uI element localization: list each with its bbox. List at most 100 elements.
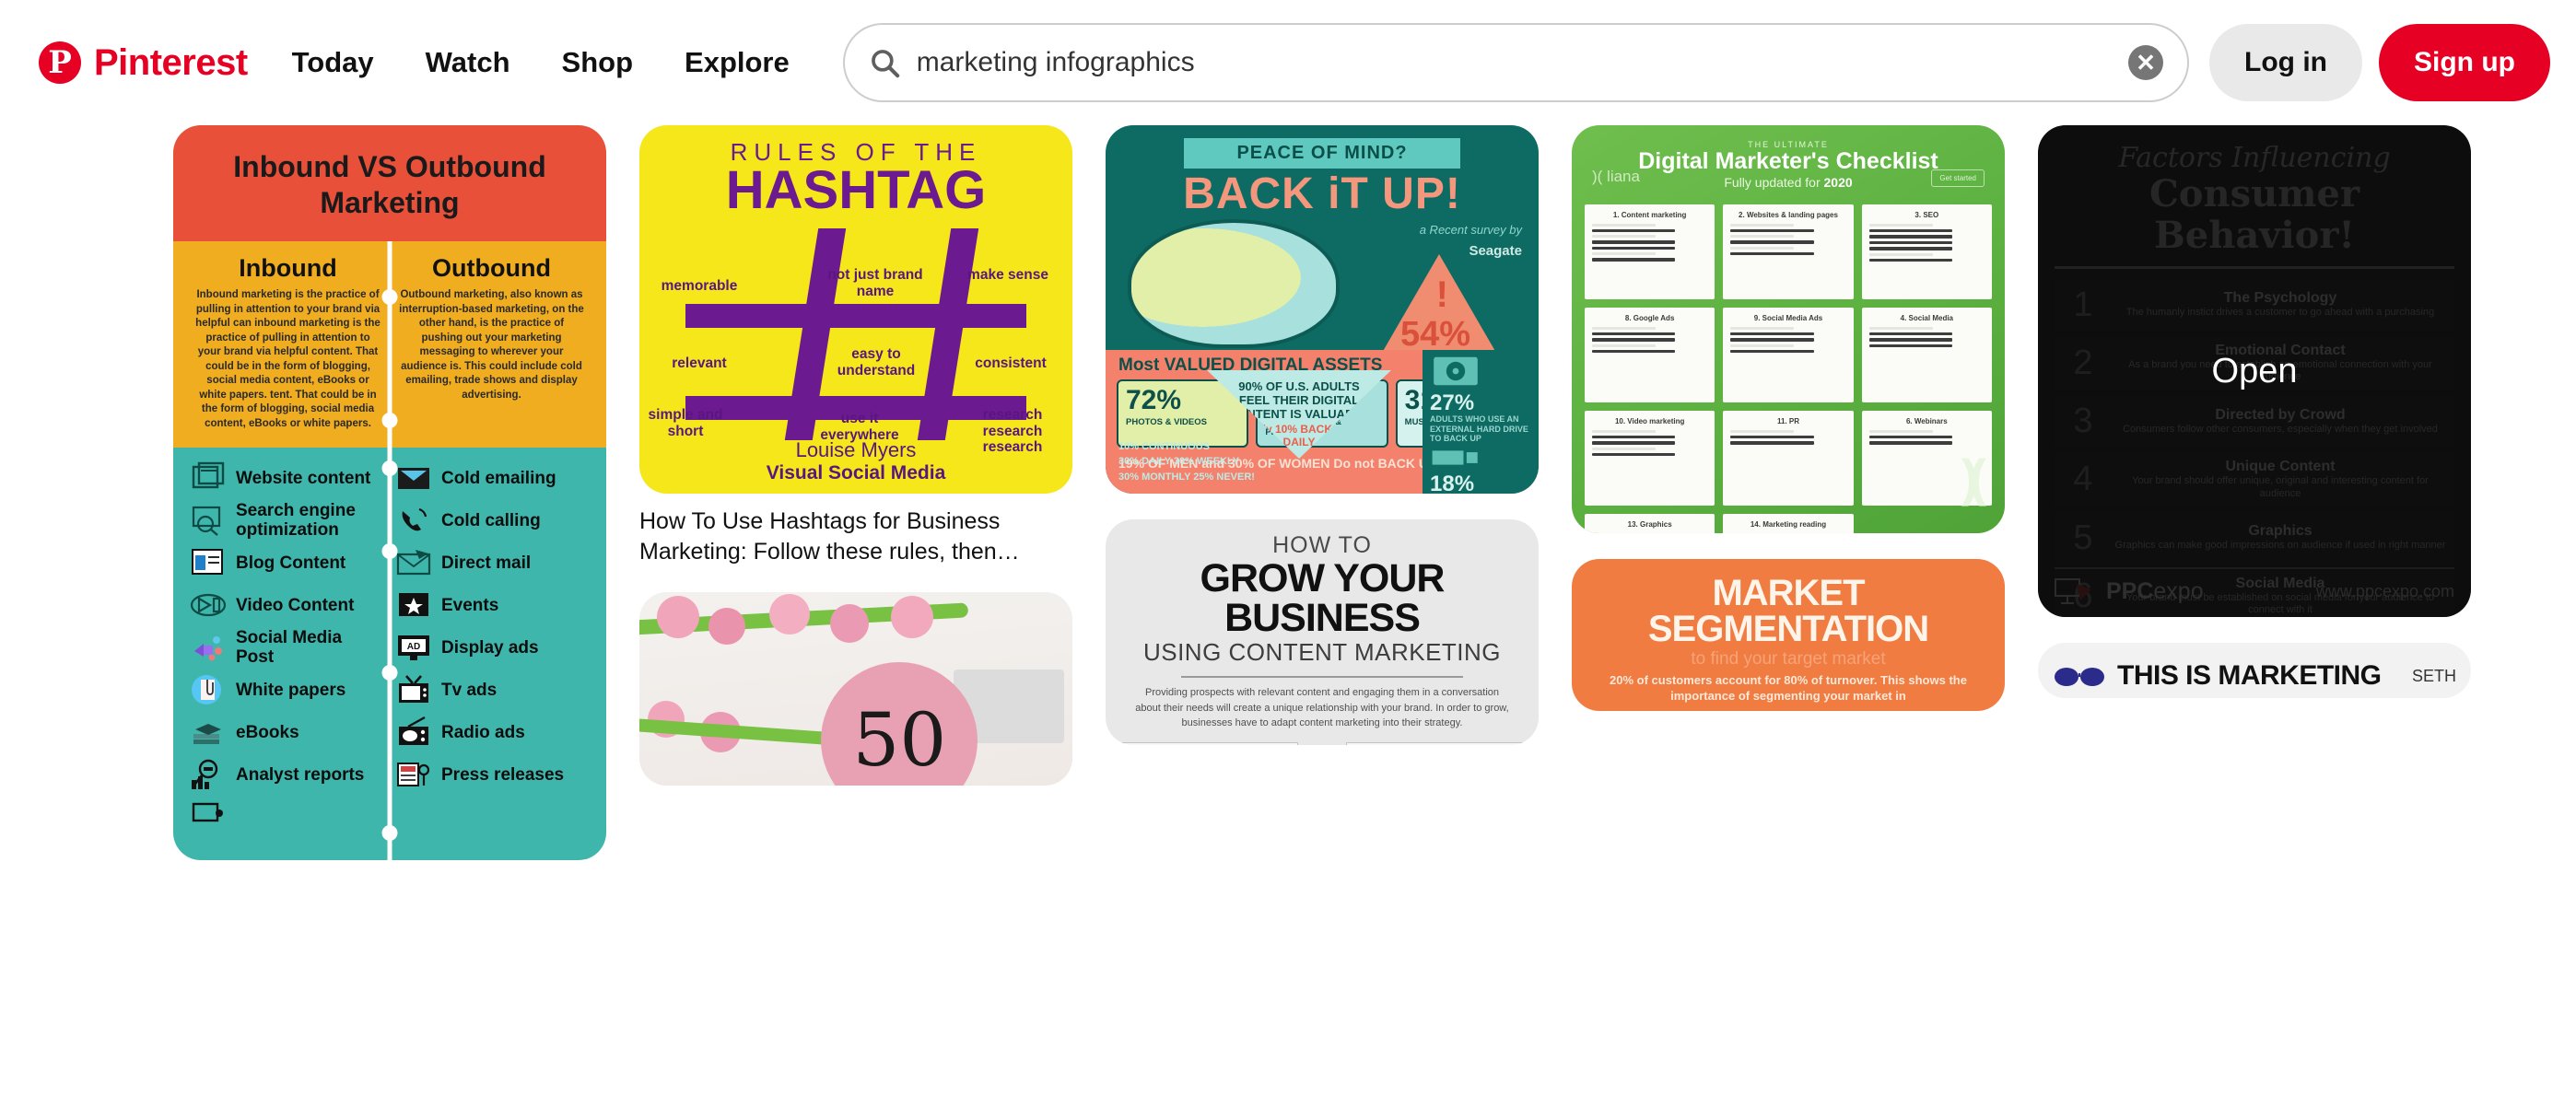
p2-hashtag-graphic: memorable not just brand name make sense… — [639, 227, 1072, 455]
pin-hover-overlay[interactable]: Open — [2038, 125, 2471, 617]
p1-left-label: Website content — [236, 468, 371, 488]
p1-left-label: Search engine optimization — [236, 500, 356, 541]
p7-footer-boxes: f Social Media: Drive traffic, attract n… — [1120, 741, 1524, 745]
hard-drive-icon — [1434, 356, 1478, 386]
sunglasses-icon — [2055, 668, 2104, 686]
p3-triangle-pct: 54% — [1399, 315, 1471, 354]
pin-image-market-segmentation[interactable]: MARKET SEGMENTATION to find your target … — [1572, 559, 2005, 711]
p8-title-line2: SEGMENTATION — [1647, 609, 1929, 650]
pinterest-logo-link[interactable]: P Pinterest — [26, 41, 266, 84]
p2-word: make sense — [967, 267, 1048, 283]
p2-word: easy to understand — [837, 346, 916, 378]
p4-subtitle-year: 2020 — [1823, 174, 1853, 190]
pin-card-this-is-marketing[interactable]: THIS IS MARKETING SETH — [2038, 643, 2471, 698]
nav-item-shop[interactable]: Shop — [536, 29, 660, 96]
p3-side-pct: 18% — [1430, 472, 1475, 494]
pin-card-back-it-up[interactable]: PEACE OF MIND? BACK iT UP! a Recent surv… — [1106, 125, 1539, 494]
p1-right-label: Direct mail — [441, 553, 532, 573]
search-query-text: marketing infographics — [916, 47, 1195, 77]
tv-ads-icon — [399, 675, 428, 704]
p1-comparison-list: Website content Cold emailing Search eng… — [173, 448, 606, 861]
pin-image-this-is-marketing[interactable]: THIS IS MARKETING SETH — [2038, 643, 2471, 698]
p2-word: memorable — [661, 278, 738, 294]
p1-right-label: Cold calling — [441, 510, 541, 530]
pin-card-inbound-vs-outbound[interactable]: Inbound VS Outbound Marketing Inbound In… — [173, 125, 606, 861]
pin-card-grow-your-business[interactable]: HOW TO GROW YOUR BUSINESS USING CONTENT … — [1106, 519, 1539, 745]
search-input[interactable]: marketing infographics ✕ — [842, 23, 2190, 102]
webinar-icon — [192, 803, 223, 822]
p3-ribbon: PEACE OF MIND? — [1184, 138, 1460, 169]
hashtag-bar-horizontal — [685, 304, 1026, 328]
pin-image-hashtag-rules[interactable]: RULES OF THE HASHTAG memorable not just … — [639, 125, 1072, 494]
p9-author: SETH — [2411, 666, 2456, 685]
p3-side-stats: 27% ADULTS WHO USE AN EXTERNAL HARD DRIV… — [1423, 350, 1539, 494]
p4-checklist-cell: 9. Social Media Ads — [1723, 307, 1854, 402]
p2-word: relevant — [672, 355, 727, 371]
p1-right-label: Press releases — [441, 764, 565, 785]
pin-image-back-it-up[interactable]: PEACE OF MIND? BACK iT UP! a Recent surv… — [1106, 125, 1539, 494]
seo-icon — [192, 507, 221, 537]
pin-card-fifty-photo[interactable]: 50 — [639, 592, 1072, 786]
p4-cell-title: 3. SEO — [1914, 210, 1939, 219]
display-ads-icon: AD — [398, 635, 429, 661]
open-label[interactable]: Open — [2212, 352, 2298, 391]
p8-title-line1: MARKET — [1712, 573, 1865, 613]
p7-body: Providing prospects with relevant conten… — [1135, 687, 1509, 728]
p1-timeline-dot — [381, 825, 398, 842]
p1-timeline-dot — [381, 460, 398, 477]
flower-bud — [829, 603, 869, 643]
clear-search-icon[interactable]: ✕ — [2128, 45, 2164, 80]
p1-description-band: Inbound Inbound marketing is the practic… — [173, 241, 606, 448]
video-content-icon — [190, 594, 227, 617]
p1-left-label: Social Media Post — [236, 627, 343, 668]
p1-inbound-column: Inbound Inbound marketing is the practic… — [186, 254, 390, 431]
search-icon — [871, 50, 899, 78]
grid-column-4: )( liana Get started THE ULTIMATE Digita… — [1572, 125, 2005, 737]
p2-word: not just brand name — [827, 267, 923, 299]
p4-cell-title: 4. Social Media — [1900, 313, 1953, 322]
search-container: marketing infographics ✕ — [842, 23, 2190, 102]
pin-image-inbound-vs-outbound[interactable]: Inbound VS Outbound Marketing Inbound In… — [173, 125, 606, 861]
p8-body: 20% of customers account for 80% of turn… — [1610, 673, 1967, 704]
p7-divider — [1180, 676, 1464, 678]
p1-timeline-dot — [381, 413, 398, 429]
p1-left-label: Video Content — [236, 595, 355, 615]
login-button[interactable]: Log in — [2209, 24, 2363, 101]
nav-item-watch[interactable]: Watch — [400, 29, 536, 96]
p4-checklist-cell: 1. Content marketing — [1585, 204, 1715, 299]
social-media-post-icon — [194, 636, 222, 661]
flower-bud — [656, 596, 699, 639]
p4-checklist-cell: 4. Social Media — [1861, 307, 1992, 402]
liana-mark-icon: )( — [1961, 448, 1986, 507]
signup-button[interactable]: Sign up — [2379, 24, 2550, 101]
p1-inbound-body: Inbound marketing is the practice of pul… — [195, 289, 381, 429]
p1-timeline-dot — [381, 543, 398, 560]
pin-image-digital-marketers-checklist[interactable]: )( liana Get started THE ULTIMATE Digita… — [1572, 125, 2005, 533]
pin-card-digital-marketers-checklist[interactable]: )( liana Get started THE ULTIMATE Digita… — [1572, 125, 2005, 533]
flower-bud — [890, 596, 933, 639]
pin-card-market-segmentation[interactable]: MARKET SEGMENTATION to find your target … — [1572, 559, 2005, 711]
p4-cell-title: 11. PR — [1776, 416, 1799, 425]
p4-cell-title: 10. Video marketing — [1614, 416, 1685, 425]
p4-cell-title: 14. Marketing reading — [1750, 519, 1827, 529]
p4-subtitle-prefix: Fully updated for — [1724, 174, 1824, 190]
pin-card-hashtag-rules[interactable]: RULES OF THE HASHTAG memorable not just … — [639, 125, 1072, 566]
pin-card-consumer-behavior[interactable]: Factors Influencing Consumer Behavior! 1… — [2038, 125, 2471, 617]
p9-title: THIS IS MARKETING — [2117, 660, 2382, 691]
p7-line1: HOW TO — [1272, 532, 1372, 558]
p2-word: consistent — [975, 355, 1047, 371]
p3-asset-pct: 72% — [1126, 385, 1182, 415]
radio-ads-icon — [399, 716, 428, 746]
nav-item-today[interactable]: Today — [266, 29, 400, 96]
pin-image-grow-your-business[interactable]: HOW TO GROW YOUR BUSINESS USING CONTENT … — [1106, 519, 1539, 745]
flower-bud — [708, 607, 746, 645]
nav-item-explore[interactable]: Explore — [659, 29, 815, 96]
pin-results-grid: Inbound VS Outbound Marketing Inbound In… — [0, 125, 2576, 1118]
p4-checklist-cell: 3. SEO — [1861, 204, 1992, 299]
website-content-icon — [192, 462, 225, 489]
p3-title: BACK iT UP! — [1183, 169, 1461, 218]
p4-cell-title: 13. Graphics — [1627, 519, 1672, 529]
p1-timeline-spine — [387, 448, 392, 861]
pin-image-consumer-behavior[interactable]: Factors Influencing Consumer Behavior! 1… — [2038, 125, 2471, 617]
pin-image-fifty-photo[interactable]: 50 — [639, 592, 1072, 786]
